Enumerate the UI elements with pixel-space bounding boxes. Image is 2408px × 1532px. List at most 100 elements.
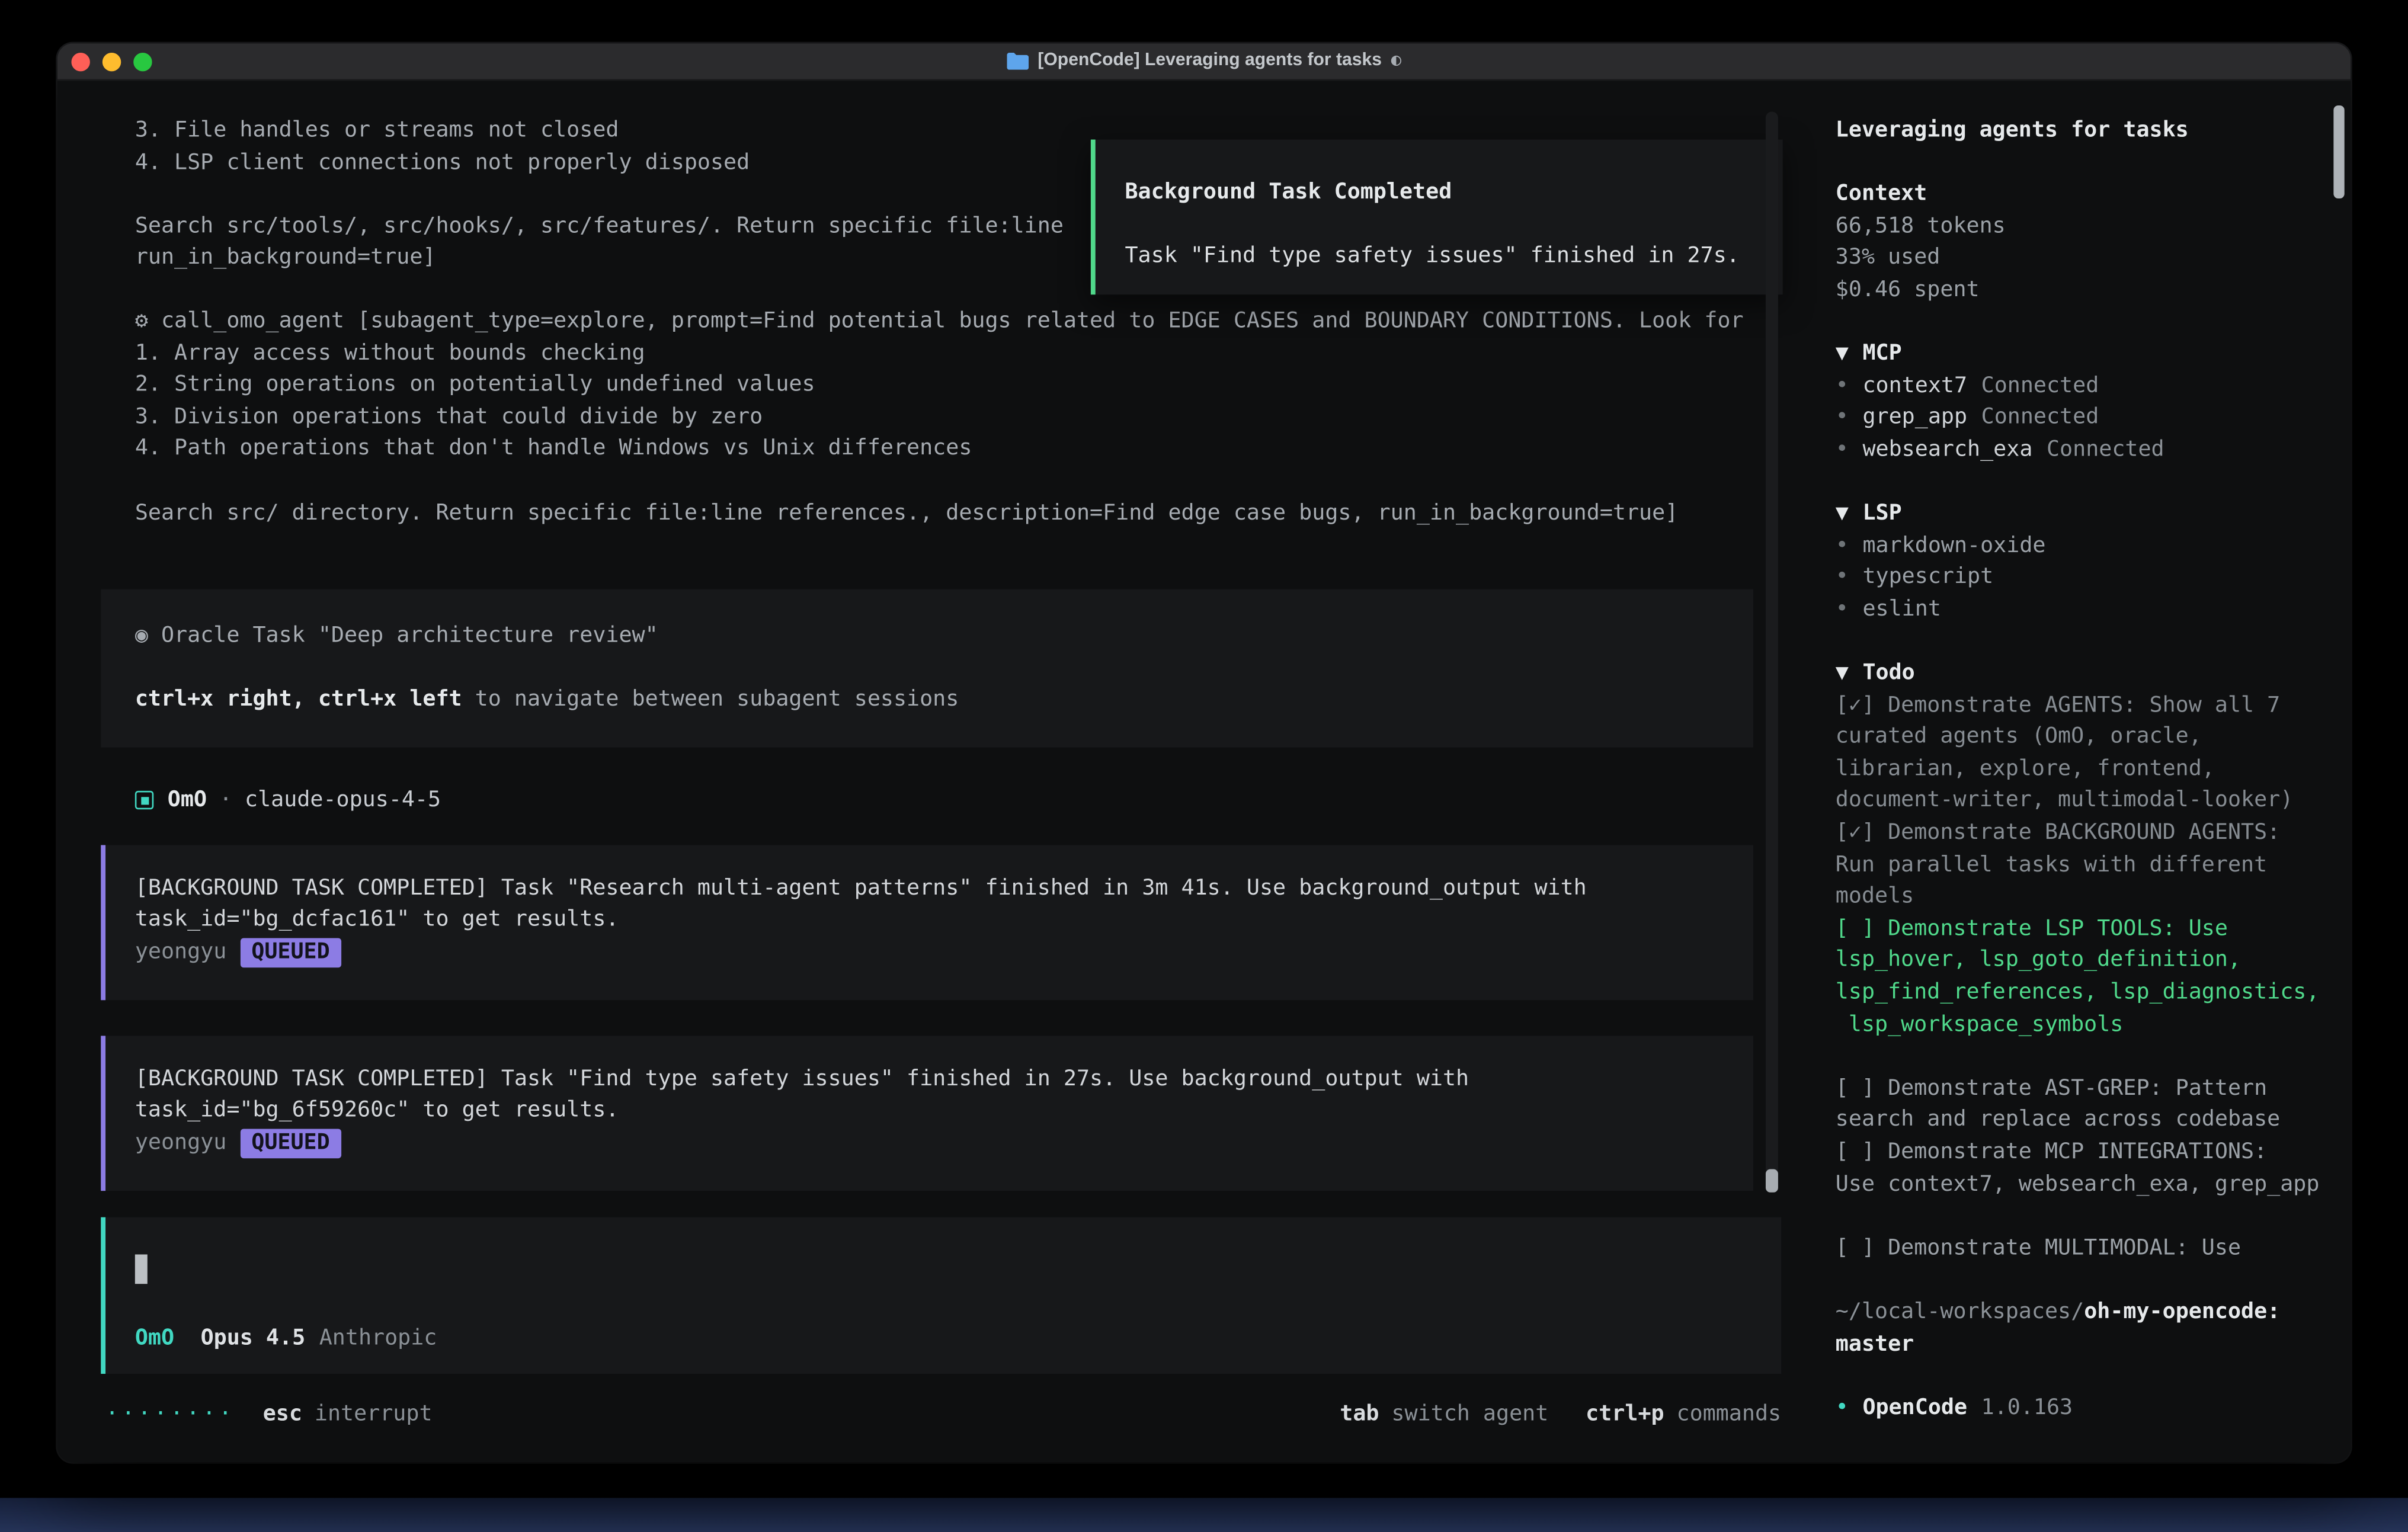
context-spent: $0.46 spent — [1836, 274, 2332, 306]
ctrlp-key-label: commands — [1677, 1398, 1782, 1430]
todo-section-header: ▼ Todo — [1836, 658, 2332, 690]
close-button[interactable] — [71, 52, 89, 70]
input-model-name: Opus 4.5 — [201, 1323, 306, 1355]
lsp-item: • eslint — [1836, 594, 2332, 626]
terminal-window: [OpenCode] Leveraging agents for tasks ◐… — [57, 43, 2351, 1462]
mcp-status: Connected — [1981, 370, 2099, 402]
mcp-name: context7 — [1862, 370, 1967, 402]
text-cursor — [135, 1254, 148, 1284]
mcp-item: • websearch_exa Connected — [1836, 434, 2332, 466]
window-title-group: [OpenCode] Leveraging agents for tasks ◐ — [1007, 45, 1401, 77]
prompt-input[interactable]: OmO Opus 4.5 Anthropic — [101, 1217, 1781, 1373]
chat-scrollbar[interactable] — [1766, 111, 1778, 1192]
zoom-button[interactable] — [133, 52, 152, 70]
spinner-icon: ········ — [105, 1398, 235, 1430]
context-tokens: 66,518 tokens — [1836, 210, 2332, 242]
window-title: [OpenCode] Leveraging agents for tasks — [1038, 45, 1382, 77]
activity-icon: ◐ — [1391, 45, 1401, 77]
mcp-name: websearch_exa — [1862, 434, 2032, 466]
mcp-section-header: ▼ MCP — [1836, 338, 2332, 370]
lsp-item: • markdown-oxide — [1836, 530, 2332, 562]
toast-title: Background Task Completed — [1125, 177, 1753, 209]
esc-key-hint: esc — [263, 1398, 302, 1430]
notification-toast[interactable]: Background Task Completed Task "Find typ… — [1091, 140, 1783, 295]
bullet-icon: • — [1836, 530, 1849, 562]
sidebar: Leveraging agents for tasks Context 66,5… — [1811, 81, 2351, 1460]
agent-icon — [135, 791, 153, 810]
app-version: 1.0.163 — [1981, 1392, 2073, 1424]
oracle-task-panel: ◉ Oracle Task "Deep architecture review"… — [101, 589, 1753, 748]
workspace-path: ~/local-workspaces/oh-my-opencode: — [1836, 1296, 2332, 1328]
status-bar: ········ esc interrupt tab switch agent … — [105, 1398, 1781, 1430]
background-task-message: [BACKGROUND TASK COMPLETED] Task "Find t… — [101, 1036, 1753, 1191]
app-version-row: • OpenCode 1.0.163 — [1836, 1392, 2332, 1424]
sidebar-scrollbar-thumb[interactable] — [2333, 105, 2344, 198]
lsp-name: eslint — [1862, 594, 1941, 626]
context-heading: Context — [1836, 178, 2332, 210]
lsp-item: • typescript — [1836, 562, 2332, 594]
todo-item: [✓] Demonstrate AGENTS: Show all 7 curat… — [1836, 690, 2332, 818]
mcp-status: Connected — [2047, 434, 2164, 466]
mcp-name: grep_app — [1862, 402, 1967, 434]
session-title: Leveraging agents for tasks — [1836, 115, 2332, 147]
tool-call-text: ⚙ call_omo_agent [subagent_type=explore,… — [135, 306, 1811, 529]
todo-item: [ ] Demonstrate MULTIMODAL: Use — [1836, 1232, 2332, 1264]
ctrlp-key-hint: ctrl+p — [1586, 1398, 1664, 1430]
message-body: [BACKGROUND TASK COMPLETED] Task "Resear… — [135, 873, 1719, 937]
lsp-section-header: ▼ LSP — [1836, 498, 2332, 530]
hint-keys: ctrl+x right, ctrl+x left — [135, 687, 462, 712]
tab-key-label: switch agent — [1391, 1398, 1548, 1430]
todo-item: [✓] Demonstrate BACKGROUND AGENTS: Run p… — [1836, 818, 2332, 914]
mcp-item: • context7 Connected — [1836, 370, 2332, 402]
mcp-status: Connected — [1981, 402, 2099, 434]
chat-scrollbar-thumb[interactable] — [1766, 1169, 1778, 1193]
context-used: 33% used — [1836, 242, 2332, 274]
traffic-lights — [71, 43, 152, 79]
bullet-icon: • — [1836, 434, 1849, 466]
message-author: yeongyu — [135, 1127, 227, 1159]
esc-key-label: interrupt — [315, 1398, 433, 1430]
message-body: [BACKGROUND TASK COMPLETED] Task "Find t… — [135, 1063, 1719, 1127]
bullet-icon: • — [1836, 1392, 1849, 1424]
chevron-down-icon: ▼ — [1836, 338, 1849, 370]
bullet-icon: • — [1836, 594, 1849, 626]
input-provider-name: Anthropic — [319, 1323, 437, 1355]
message-author: yeongyu — [135, 937, 227, 969]
separator-dot: · — [219, 785, 232, 817]
chevron-down-icon: ▼ — [1836, 498, 1849, 530]
todo-item: [ ] Demonstrate MCP INTEGRATIONS: Use co… — [1836, 1137, 2332, 1201]
todo-heading: Todo — [1862, 658, 1914, 690]
folder-icon — [1007, 53, 1029, 70]
background-task-message: [BACKGROUND TASK COMPLETED] Task "Resear… — [101, 845, 1753, 1000]
app-name: OpenCode — [1862, 1392, 1967, 1424]
queued-badge: QUEUED — [241, 938, 341, 967]
workspace-branch: master — [1836, 1328, 2332, 1360]
workspace-repo: oh-my-opencode: — [2084, 1299, 2280, 1324]
agent-name: OmO — [168, 785, 207, 817]
chat-pane: 3. File handles or streams not closed 4.… — [57, 81, 1811, 1460]
screen: [OpenCode] Leveraging agents for tasks ◐… — [0, 0, 2408, 1532]
todo-item: [ ] Demonstrate AST-GREP: Pattern search… — [1836, 1073, 2332, 1137]
todo-item: [ ] Demonstrate LSP TOOLS: Use lsp_hover… — [1836, 913, 2332, 1041]
subagent-nav-hint: ctrl+x right, ctrl+x left to navigate be… — [135, 684, 1719, 716]
oracle-task-title: ◉ Oracle Task "Deep architecture review" — [135, 620, 1719, 652]
bullet-icon: • — [1836, 562, 1849, 594]
lsp-heading: LSP — [1862, 498, 1901, 530]
minimize-button[interactable] — [103, 52, 121, 70]
lsp-name: markdown-oxide — [1862, 530, 2045, 562]
mcp-item: • grep_app Connected — [1836, 402, 2332, 434]
chevron-down-icon: ▼ — [1836, 658, 1849, 690]
toast-body: Task "Find type safety issues" finished … — [1125, 241, 1753, 273]
input-agent-name: OmO — [135, 1323, 174, 1355]
hint-text: to navigate between subagent sessions — [462, 687, 959, 712]
agent-header: OmO · claude-opus-4-5 — [135, 785, 1811, 817]
mcp-heading: MCP — [1862, 338, 1901, 370]
tab-key-hint: tab — [1340, 1398, 1379, 1430]
desktop-wallpaper-band — [0, 1498, 2408, 1532]
queued-badge: QUEUED — [241, 1129, 341, 1158]
model-indicator: OmO Opus 4.5 Anthropic — [135, 1323, 437, 1355]
bullet-icon: • — [1836, 402, 1849, 434]
window-titlebar[interactable]: [OpenCode] Leveraging agents for tasks ◐ — [57, 43, 2351, 81]
workspace-path-prefix: ~/local-workspaces/ — [1836, 1299, 2084, 1324]
lsp-name: typescript — [1862, 562, 1993, 594]
